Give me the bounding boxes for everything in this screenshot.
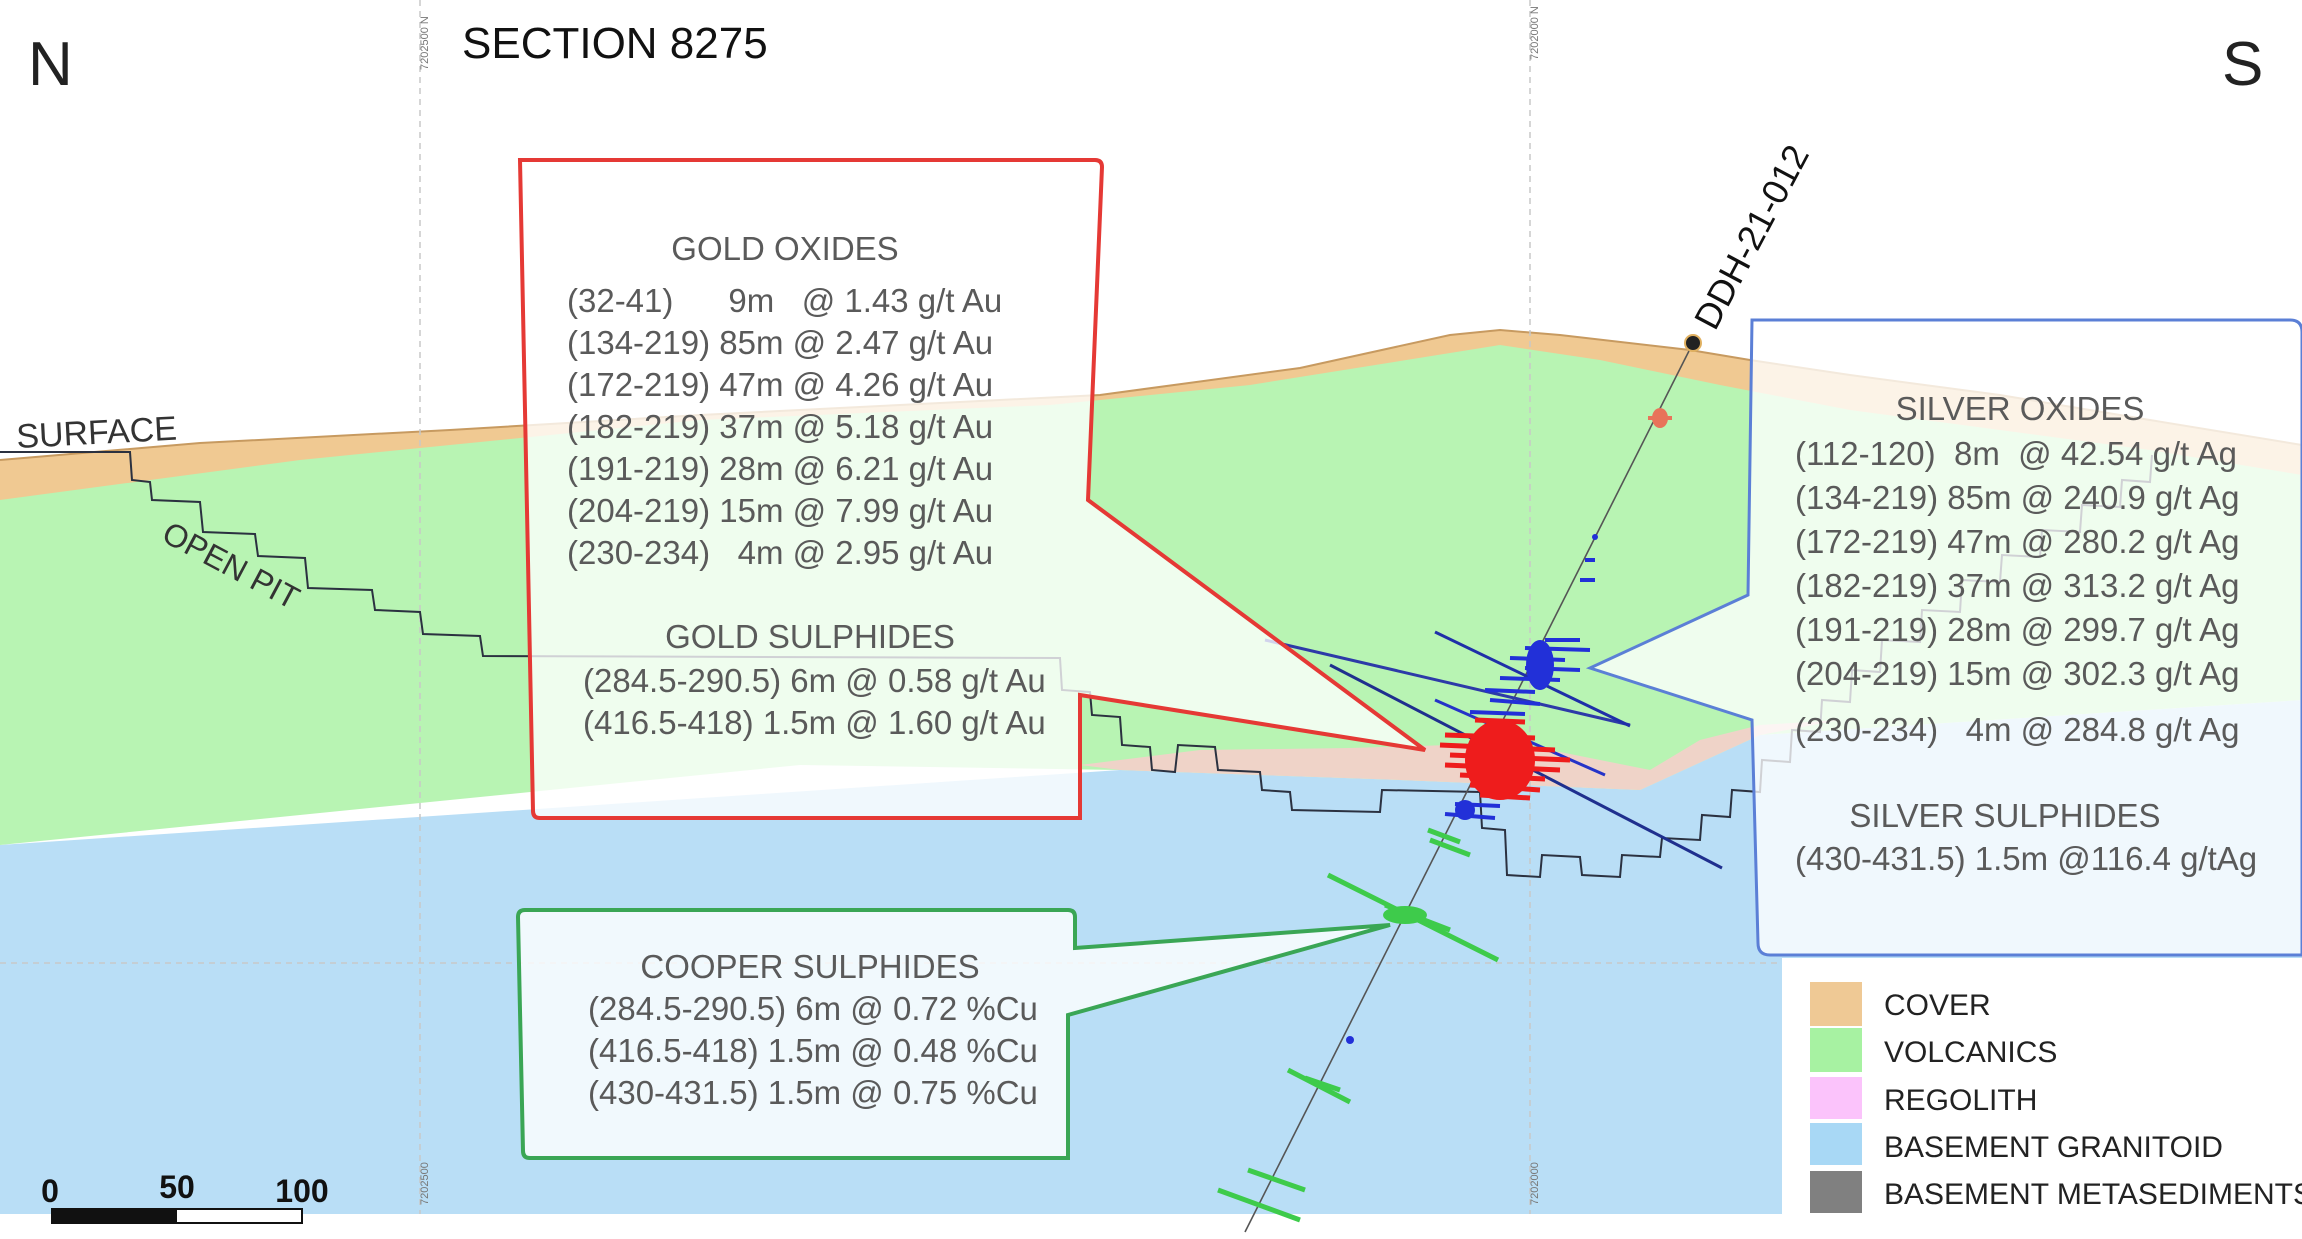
- silver-oxide-row: (134-219) 85m @ 240.9 g/t Ag: [1795, 479, 2239, 516]
- gold-sulphide-row: (284.5-290.5) 6m @ 0.58 g/t Au: [583, 662, 1046, 699]
- silver-oxide-row: (172-219) 47m @ 280.2 g/t Ag: [1795, 523, 2239, 560]
- silver-oxides-title: SILVER OXIDES: [1896, 390, 2145, 427]
- gold-oxide-row: (32-41) 9m @ 1.43 g/t Au: [567, 282, 1002, 319]
- south-label: S: [2222, 30, 2263, 99]
- copper-row: (284.5-290.5) 6m @ 0.72 %Cu: [588, 990, 1038, 1027]
- legend-item-cover: COVER: [1810, 982, 1991, 1026]
- silver-oxide-row: (112-120) 8m @ 42.54 g/t Ag: [1795, 435, 2237, 472]
- grid-label-bottom-right: 7202000: [1529, 1162, 1541, 1205]
- legend-label-regolith: REGOLITH: [1884, 1084, 2037, 1117]
- legend-swatch-basement-granitoid: [1810, 1123, 1862, 1165]
- silver-oxide-row: (230-234) 4m @ 284.8 g/t Ag: [1795, 711, 2239, 748]
- legend-swatch-volcanics: [1810, 1028, 1862, 1072]
- copper-row: (430-431.5) 1.5m @ 0.75 %Cu: [588, 1074, 1038, 1111]
- silver-sulphide-row: (430-431.5) 1.5m @116.4 g/tAg: [1795, 840, 2257, 877]
- gold-sulphide-row: (416.5-418) 1.5m @ 1.60 g/t Au: [583, 704, 1046, 741]
- gold-oxide-row: (134-219) 85m @ 2.47 g/t Au: [567, 324, 993, 361]
- gold-oxide-row: (204-219) 15m @ 7.99 g/t Au: [567, 492, 993, 529]
- cross-section-figure: GOLD OXIDES (32-41) 9m @ 1.43 g/t Au (13…: [0, 0, 2302, 1234]
- scale-tick-0: 0: [41, 1173, 59, 1209]
- silver-oxide-row: (191-219) 28m @ 299.7 g/t Ag: [1795, 611, 2239, 648]
- grid-label-top-left: 7202500 N: [419, 16, 431, 70]
- grid-label-top-right: 7202000 N: [1529, 6, 1541, 60]
- silver-sulphides-title: SILVER SULPHIDES: [1849, 797, 2160, 834]
- north-label: N: [28, 30, 73, 99]
- copper-title: COOPER SULPHIDES: [640, 948, 979, 985]
- scale-tick-50: 50: [159, 1169, 195, 1205]
- legend-label-cover: COVER: [1884, 989, 1991, 1022]
- gold-sulphides-title: GOLD SULPHIDES: [665, 618, 955, 655]
- gold-oxide-row: (172-219) 47m @ 4.26 g/t Au: [567, 366, 993, 403]
- scale-tick-100: 100: [275, 1173, 328, 1209]
- gold-oxide-row: (191-219) 28m @ 6.21 g/t Au: [567, 450, 993, 487]
- copper-row: (416.5-418) 1.5m @ 0.48 %Cu: [588, 1032, 1038, 1069]
- silver-oxide-row: (204-219) 15m @ 302.3 g/t Ag: [1795, 655, 2239, 692]
- section-canvas: GOLD OXIDES (32-41) 9m @ 1.43 g/t Au (13…: [0, 0, 2302, 1233]
- legend-label-basement-granitoid: BASEMENT GRANITOID: [1884, 1131, 2223, 1164]
- legend-item-regolith: REGOLITH: [1810, 1077, 2037, 1119]
- section-title: SECTION 8275: [462, 19, 768, 68]
- legend-item-basement-metasediments: BASEMENT METASEDIMENTS: [1810, 1171, 2302, 1213]
- drillhole-label: DDH-21-012: [1686, 138, 1817, 336]
- gold-oxide-row: (230-234) 4m @ 2.95 g/t Au: [567, 534, 993, 571]
- legend-label-basement-metasediments: BASEMENT METASEDIMENTS: [1884, 1178, 2302, 1211]
- gold-oxide-row: (182-219) 37m @ 5.18 g/t Au: [567, 408, 993, 445]
- legend-swatch-regolith: [1810, 1077, 1862, 1119]
- silver-oxide-row: (182-219) 37m @ 313.2 g/t Ag: [1795, 567, 2239, 604]
- legend: COVER VOLCANICS REGOLITH BASEMENT GRANIT…: [1782, 958, 2302, 1214]
- scale-bar-fill: [52, 1209, 177, 1223]
- gold-oxides-title: GOLD OXIDES: [671, 230, 898, 267]
- legend-swatch-cover: [1810, 982, 1862, 1026]
- legend-swatch-basement-metasediments: [1810, 1171, 1862, 1213]
- legend-label-volcanics: VOLCANICS: [1884, 1036, 2057, 1069]
- grid-label-bottom-left: 7202500: [419, 1162, 431, 1205]
- drillhole-collar: [1684, 334, 1702, 352]
